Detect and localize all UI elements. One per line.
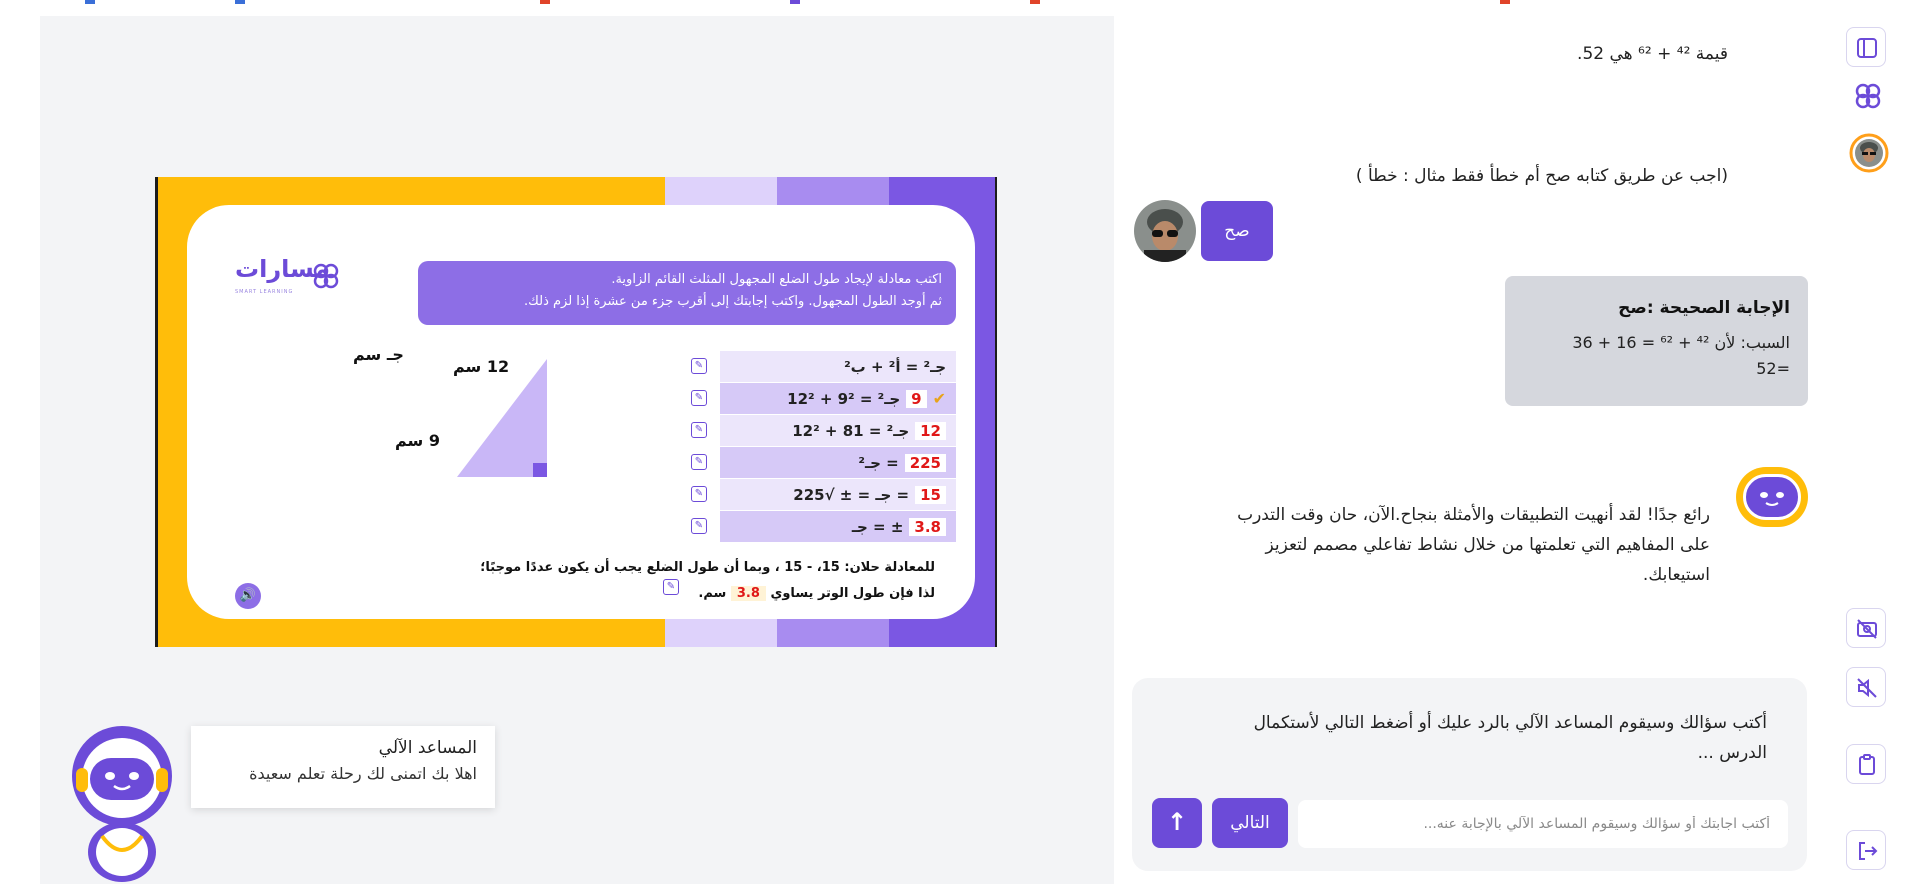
- instruction-box: اكتب معادلة لإيجاد طول الضلع المجهول الم…: [418, 261, 956, 325]
- edit-icon[interactable]: ✎: [691, 454, 707, 470]
- base-side-label: 9 سم: [395, 431, 440, 450]
- user-avatar: [1134, 200, 1196, 262]
- edit-icon[interactable]: ✎: [663, 579, 679, 595]
- robot-assistant-icon: [72, 726, 172, 882]
- logo-icon: [313, 263, 339, 289]
- edit-icon[interactable]: ✎: [691, 486, 707, 502]
- bot-message: (اجب عن طريق كتابه صح أم خطأ فقط مثال : …: [1355, 166, 1728, 186]
- lesson-slide: مسارات SMART LEARNING اكتب معادلة لإيجاد…: [155, 177, 997, 647]
- logout-button[interactable]: [1846, 830, 1886, 870]
- step-row: جـ² = 9² + 12² 9 ✔: [720, 383, 956, 414]
- logout-icon: [1859, 842, 1878, 860]
- profile-icon[interactable]: [1848, 132, 1890, 174]
- step-row: جـ² = 81 + 12² 12: [720, 415, 956, 446]
- correct-answer-card: الإجابة الصحيحة :صح السبب: لأن ⁴² + ⁶² =…: [1505, 276, 1808, 406]
- sound-toggle-button[interactable]: [1846, 667, 1886, 707]
- answer-input[interactable]: [1298, 800, 1788, 848]
- chat-input-panel: أكتب سؤالك وسيقوم المساعد الآلي بالرد عل…: [1132, 678, 1807, 871]
- logo-icon: [1855, 83, 1881, 109]
- masarat-logo: مسارات SMART LEARNING: [235, 255, 345, 299]
- clipboard-button[interactable]: [1846, 744, 1886, 784]
- top-tab-strip: [0, 0, 1920, 4]
- sidebar-toggle-icon: [1857, 38, 1877, 58]
- step-row: جـ = ±3.8: [720, 511, 956, 542]
- speaker-icon[interactable]: 🔊: [235, 583, 261, 609]
- step-row: جـ = ± √225 = 15: [720, 479, 956, 510]
- slide-card: مسارات SMART LEARNING اكتب معادلة لإيجاد…: [187, 205, 975, 619]
- hypotenuse-label: جـ سم: [353, 345, 404, 364]
- user-message: صح: [1201, 201, 1273, 261]
- chat-prompt: أكتب سؤالك وسيقوم المساعد الآلي بالرد عل…: [1253, 713, 1767, 763]
- check-icon: ✔: [932, 389, 946, 408]
- step-row: جـ² = أ² + ب²: [720, 351, 956, 382]
- edit-icon[interactable]: ✎: [691, 518, 707, 534]
- volume-off-icon: [1857, 678, 1877, 698]
- bot-message: قيمة ⁴² + ⁶² هي 52.: [1577, 44, 1728, 64]
- bot-avatar: [1736, 467, 1808, 527]
- edit-icon[interactable]: ✎: [691, 358, 707, 374]
- camera-toggle-button[interactable]: [1846, 608, 1886, 648]
- assistant-tooltip: المساعد الآلي اهلا بك اتمنى لك رحلة تعلم…: [191, 726, 495, 808]
- vertical-side-label: 12 سم: [453, 357, 510, 376]
- next-button[interactable]: التالي: [1212, 798, 1288, 848]
- clipboard-icon: [1859, 754, 1875, 775]
- camera-off-icon: [1857, 619, 1877, 639]
- step-row: جـ² = 225: [720, 447, 956, 478]
- sidebar-toggle-button[interactable]: [1846, 27, 1886, 67]
- edit-icon[interactable]: ✎: [691, 422, 707, 438]
- bot-message: رائع جدًا! لقد أنهيت التطبيقات والأمثلة …: [1237, 505, 1710, 585]
- send-button[interactable]: ↑: [1152, 798, 1202, 848]
- edit-icon[interactable]: ✎: [691, 390, 707, 406]
